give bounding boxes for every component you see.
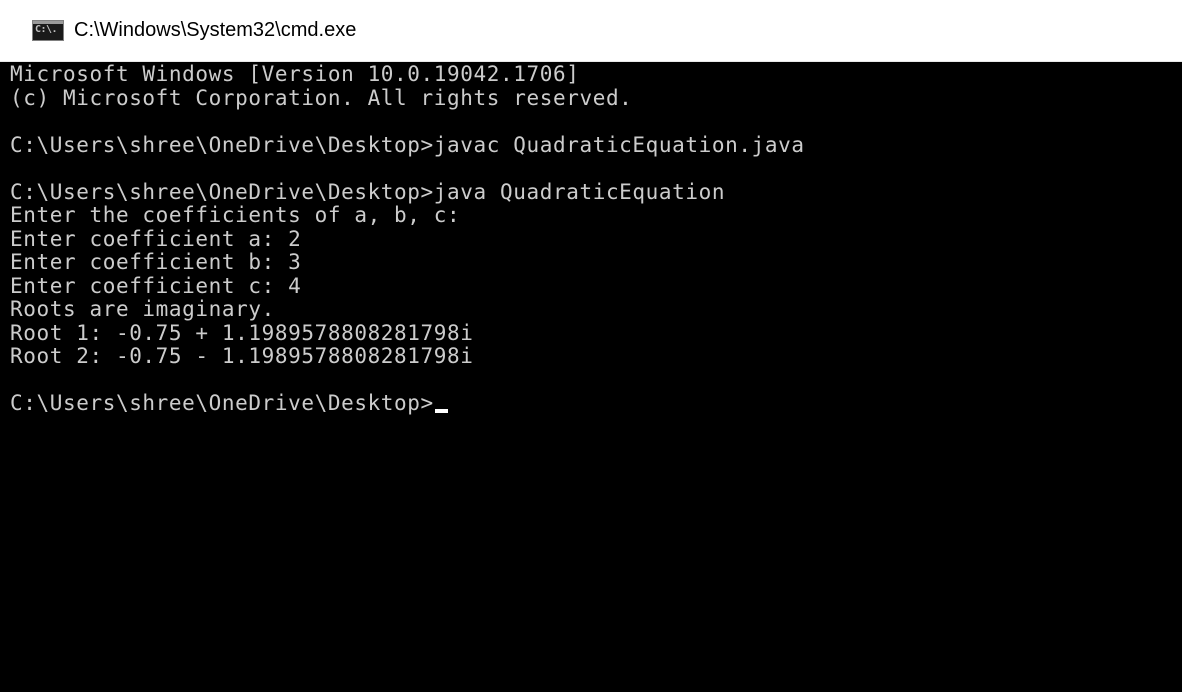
title-bar[interactable]: C:\. C:\Windows\System32\cmd.exe [0, 0, 1182, 62]
console-line: (c) Microsoft Corporation. All rights re… [10, 85, 633, 110]
console-line: C:\Users\shree\OneDrive\Desktop>javac Qu… [10, 132, 805, 157]
cmd-window: C:\. C:\Windows\System32\cmd.exe Microso… [0, 0, 1182, 692]
cmd-icon[interactable]: C:\. [32, 20, 64, 41]
console-line: Root 2: -0.75 - 1.1989578808281798i [10, 344, 474, 368]
console-line: Microsoft Windows [Version 10.0.19042.17… [10, 62, 580, 86]
window-title: C:\Windows\System32\cmd.exe [74, 19, 357, 41]
console-line: Enter coefficient c: 4 [10, 273, 302, 298]
console-line: Root 1: -0.75 + 1.1989578808281798i [10, 320, 474, 345]
console-line: C:\Users\shree\OneDrive\Desktop>java Qua… [10, 179, 726, 204]
console-line: Roots are imaginary. [10, 297, 275, 321]
console-output[interactable]: Microsoft Windows [Version 10.0.19042.17… [0, 62, 1182, 692]
text-cursor [434, 408, 448, 413]
console-line: Enter coefficient b: 3 [10, 250, 302, 274]
console-line: Enter the coefficients of a, b, c: [10, 203, 461, 227]
command-prompt: C:\Users\shree\OneDrive\Desktop> [10, 391, 434, 415]
command-prompt-row[interactable]: C:\Users\shree\OneDrive\Desktop> [10, 391, 1182, 416]
console-line: Enter coefficient a: 2 [10, 226, 302, 251]
cmd-icon-glyph: C:\. [35, 24, 58, 35]
